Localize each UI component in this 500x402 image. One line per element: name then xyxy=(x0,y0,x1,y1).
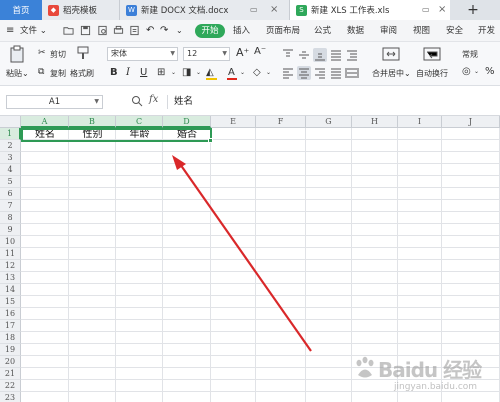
paw-icon xyxy=(356,356,374,378)
baidu-watermark: Baidu 经验 jingyan.baidu.com xyxy=(348,352,498,400)
watermark-brand: Baidu 经验 xyxy=(378,358,482,382)
annotation-arrow xyxy=(172,155,312,352)
watermark-url: jingyan.baidu.com xyxy=(394,382,478,392)
